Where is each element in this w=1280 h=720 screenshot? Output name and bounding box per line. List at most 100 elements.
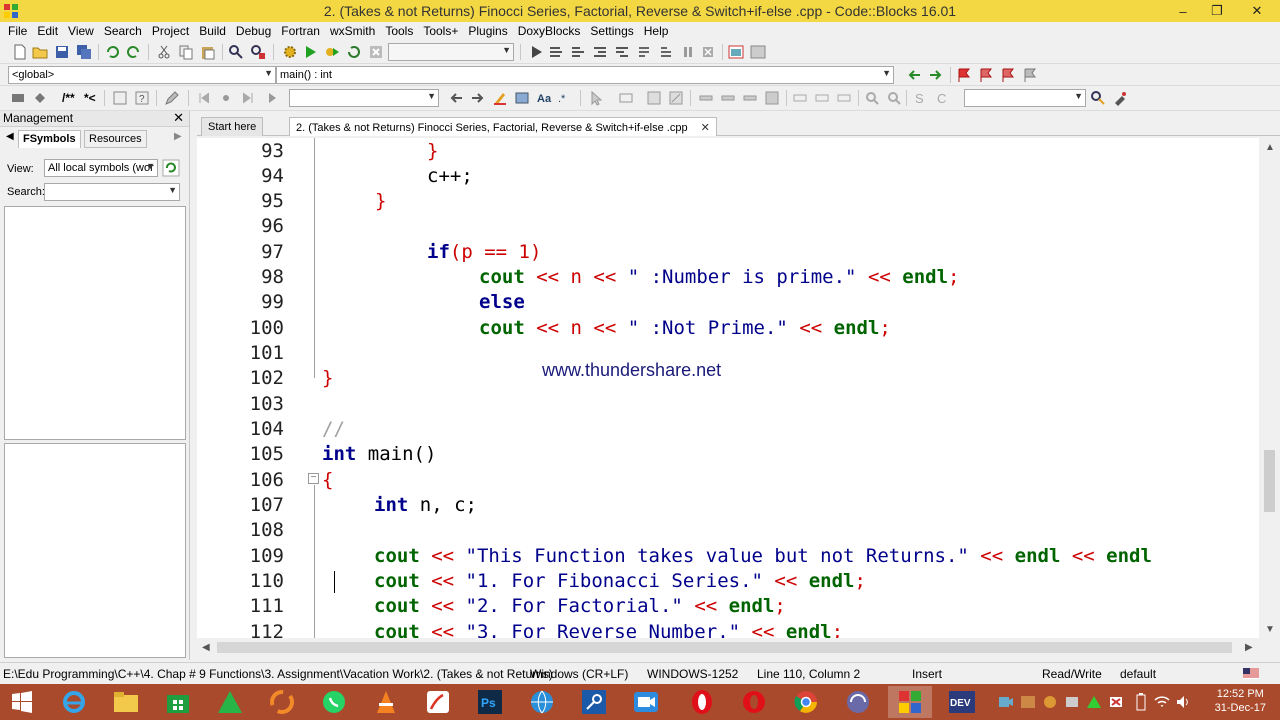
taskbar-ie[interactable]	[52, 686, 96, 718]
search-settings-icon[interactable]	[1090, 90, 1106, 106]
menu-search[interactable]: Search	[99, 24, 147, 38]
menu-plugins[interactable]: Plugins	[463, 24, 512, 38]
refresh-icon[interactable]	[162, 159, 180, 177]
doxy-help-icon[interactable]: ?	[134, 90, 150, 106]
edit-icon[interactable]	[668, 90, 684, 106]
volume-icon[interactable]	[1176, 695, 1192, 709]
tray-shield-icon[interactable]	[1108, 695, 1124, 709]
symbol-search-combo[interactable]: ▼	[964, 89, 1086, 107]
bookmark-prev-icon[interactable]	[978, 67, 994, 83]
code-editor[interactable]: − 93} 94 c++; 95} 96 97 if(p == 1) 98 cout …	[197, 138, 1259, 638]
extract-docs-icon[interactable]	[32, 90, 48, 106]
menu-project[interactable]: Project	[147, 24, 194, 38]
taskbar-media-app[interactable]	[836, 686, 880, 718]
c-icon[interactable]: C	[934, 90, 950, 106]
taskbar-acrobat[interactable]	[416, 686, 460, 718]
new-file-icon[interactable]	[12, 44, 28, 60]
frame-icon[interactable]	[618, 90, 634, 106]
zoom-in-icon[interactable]	[864, 90, 880, 106]
doxywizard-icon[interactable]	[10, 90, 26, 106]
taskbar-store[interactable]	[156, 686, 200, 718]
debug-info-icon[interactable]	[750, 44, 766, 60]
view-combo[interactable]: All local symbols (wor ▼	[44, 159, 158, 177]
taskbar-explorer[interactable]	[104, 686, 148, 718]
taskbar-opera[interactable]	[680, 686, 724, 718]
tab-close-icon[interactable]: ✕	[701, 122, 710, 134]
taskbar-vlc[interactable]	[364, 686, 408, 718]
scroll-left-icon[interactable]: ◀	[202, 642, 210, 653]
image-icon[interactable]	[646, 90, 662, 106]
menu-help[interactable]: Help	[639, 24, 674, 38]
highlight-icon[interactable]	[492, 90, 508, 106]
tab-current-file[interactable]: 2. (Takes & not Returns) Finocci Series,…	[289, 117, 717, 136]
menu-tools[interactable]: Tools	[380, 24, 418, 38]
menu-debug[interactable]: Debug	[231, 24, 276, 38]
first-icon[interactable]	[196, 90, 212, 106]
menu-edit[interactable]: Edit	[32, 24, 63, 38]
open-folder-icon[interactable]	[32, 44, 48, 60]
horizontal-scroll-thumb[interactable]	[217, 642, 1232, 653]
jump-forward-icon[interactable]	[928, 67, 944, 83]
save-all-icon[interactable]	[76, 44, 92, 60]
close-button[interactable]: ✕	[1234, 0, 1280, 22]
search-combo[interactable]: ▼	[289, 89, 439, 107]
tray-app-icon-2[interactable]	[1042, 695, 1058, 709]
symbol-search-input[interactable]: ▼	[44, 183, 180, 201]
taskbar-codeblocks[interactable]	[888, 686, 932, 718]
rebuild-icon[interactable]	[346, 44, 362, 60]
step-into-icon[interactable]	[592, 44, 608, 60]
paste-icon[interactable]	[200, 44, 216, 60]
tray-network-icon[interactable]	[1064, 695, 1080, 709]
bookmark-next-icon[interactable]	[1000, 67, 1016, 83]
tray-camera-icon[interactable]	[998, 695, 1014, 709]
menu-view[interactable]: View	[63, 24, 99, 38]
menu-doxyblocks[interactable]: DoxyBlocks	[513, 24, 586, 38]
copy-icon[interactable]	[178, 44, 194, 60]
box-icon-3[interactable]	[836, 90, 852, 106]
run-icon[interactable]	[302, 44, 318, 60]
tab-scroll-left-icon[interactable]: ◀	[6, 131, 14, 142]
battery-icon[interactable]	[1136, 693, 1146, 711]
taskbar-camera-app[interactable]	[624, 686, 668, 718]
replace-icon[interactable]	[250, 44, 266, 60]
run-to-cursor-icon[interactable]	[548, 44, 564, 60]
line-comment-button[interactable]: *<	[84, 91, 96, 105]
scroll-down-icon[interactable]: ▼	[1265, 624, 1275, 635]
doxy-config-icon[interactable]	[112, 90, 128, 106]
scroll-up-icon[interactable]: ▲	[1265, 142, 1275, 153]
block-comment-button[interactable]: /**	[62, 91, 75, 105]
menu-wxsmith[interactable]: wxSmith	[325, 24, 380, 38]
redo-icon[interactable]	[126, 44, 142, 60]
browse-icon[interactable]	[266, 90, 282, 106]
tray-green-icon[interactable]	[1086, 695, 1102, 709]
pause-icon[interactable]	[680, 44, 696, 60]
tray-app-icon[interactable]	[1020, 695, 1036, 709]
tab-scroll-right-icon[interactable]: ▶	[174, 131, 182, 142]
menu-fortran[interactable]: Fortran	[276, 24, 325, 38]
box-icon-1[interactable]	[792, 90, 808, 106]
taskbar-app-orange[interactable]	[260, 686, 304, 718]
management-close-icon[interactable]: ✕	[173, 110, 184, 126]
bookmark-clear-icon[interactable]	[1022, 67, 1038, 83]
next-instruction-icon[interactable]	[636, 44, 652, 60]
minimize-button[interactable]: –	[1166, 0, 1200, 22]
step-out-icon[interactable]	[614, 44, 630, 60]
tab-fsymbols[interactable]: FSymbols	[18, 130, 81, 148]
start-button[interactable]	[0, 686, 44, 718]
last-icon[interactable]	[240, 90, 256, 106]
debug-start-icon[interactable]	[528, 44, 544, 60]
pencil-icon[interactable]	[164, 90, 180, 106]
abort-icon[interactable]	[368, 44, 384, 60]
align-right-icon[interactable]	[742, 90, 758, 106]
maximize-button[interactable]: ❐	[1200, 0, 1234, 22]
pointer-icon[interactable]	[588, 90, 604, 106]
taskbar-whatsapp[interactable]	[312, 686, 356, 718]
jump-back-icon[interactable]	[906, 67, 922, 83]
box-icon-2[interactable]	[814, 90, 830, 106]
bookmark-toggle-icon[interactable]	[956, 67, 972, 83]
taskbar-opera-2[interactable]	[732, 686, 776, 718]
taskbar-devcpp[interactable]: DEV	[940, 686, 984, 718]
function-combo[interactable]: main() : int ▼	[276, 66, 894, 84]
step-instruction-icon[interactable]	[658, 44, 674, 60]
cut-icon[interactable]	[156, 44, 172, 60]
